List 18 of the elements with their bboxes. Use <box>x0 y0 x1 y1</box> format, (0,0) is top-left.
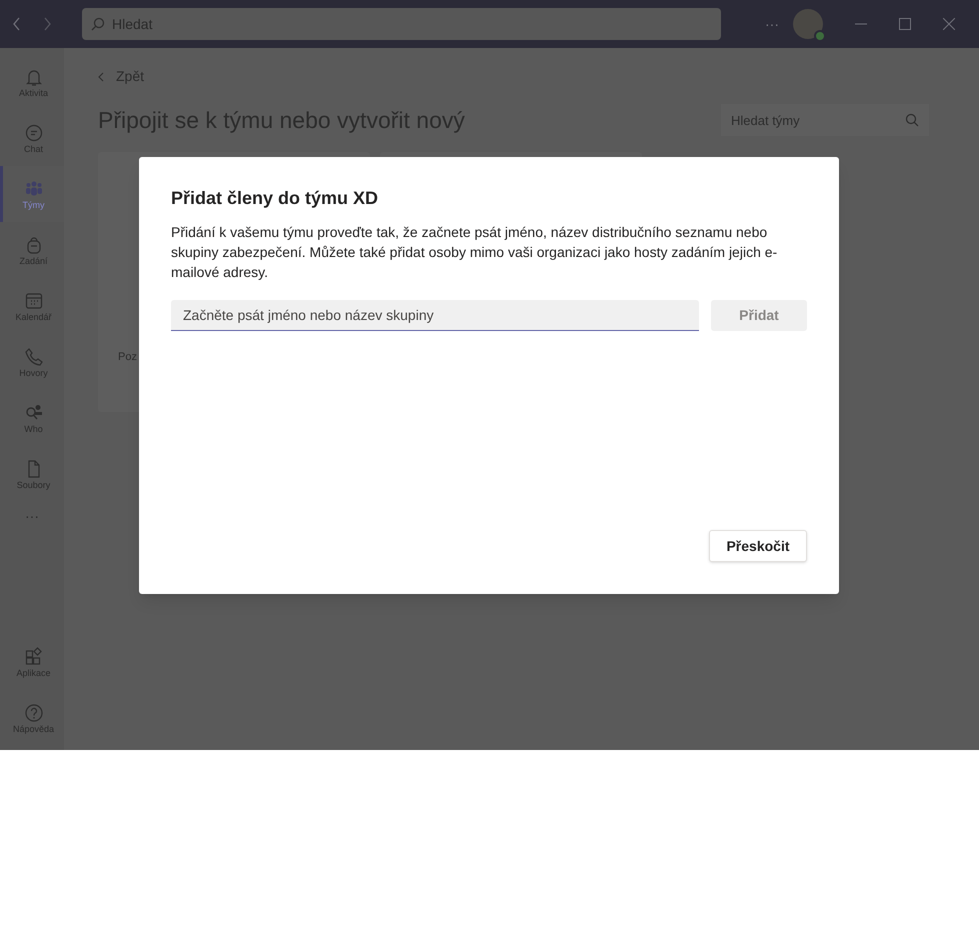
search-icon <box>905 113 919 128</box>
more-apps-button[interactable]: ··· <box>0 506 64 527</box>
calendar-icon <box>24 290 44 310</box>
search-icon <box>91 17 105 31</box>
name-input-field[interactable]: Začněte psát jméno nebo název skupiny <box>171 300 699 331</box>
help-icon <box>24 702 44 722</box>
skip-button[interactable]: Přeskočit <box>709 530 807 562</box>
people-icon <box>24 178 44 198</box>
more-options-button[interactable]: ··· <box>765 14 779 34</box>
close-icon[interactable] <box>943 18 955 30</box>
maximize-icon[interactable] <box>899 18 911 30</box>
apps-icon <box>24 646 44 666</box>
dialog-title: Přidat členy do týmu XD <box>171 187 380 210</box>
status-badge <box>814 30 826 42</box>
dialog-description: Přidání k vašemu týmu proveďte tak, že začnete psát jméno, název distribučního seznamu nebo skupiny zabezpečení. Můžete také přidat osoby mimo vaši organizaci jako hosty zadáním jejich e-mailové adresy. <box>171 223 778 282</box>
chat-icon <box>24 122 44 142</box>
phone-icon <box>24 346 44 366</box>
avatar[interactable] <box>793 9 823 39</box>
